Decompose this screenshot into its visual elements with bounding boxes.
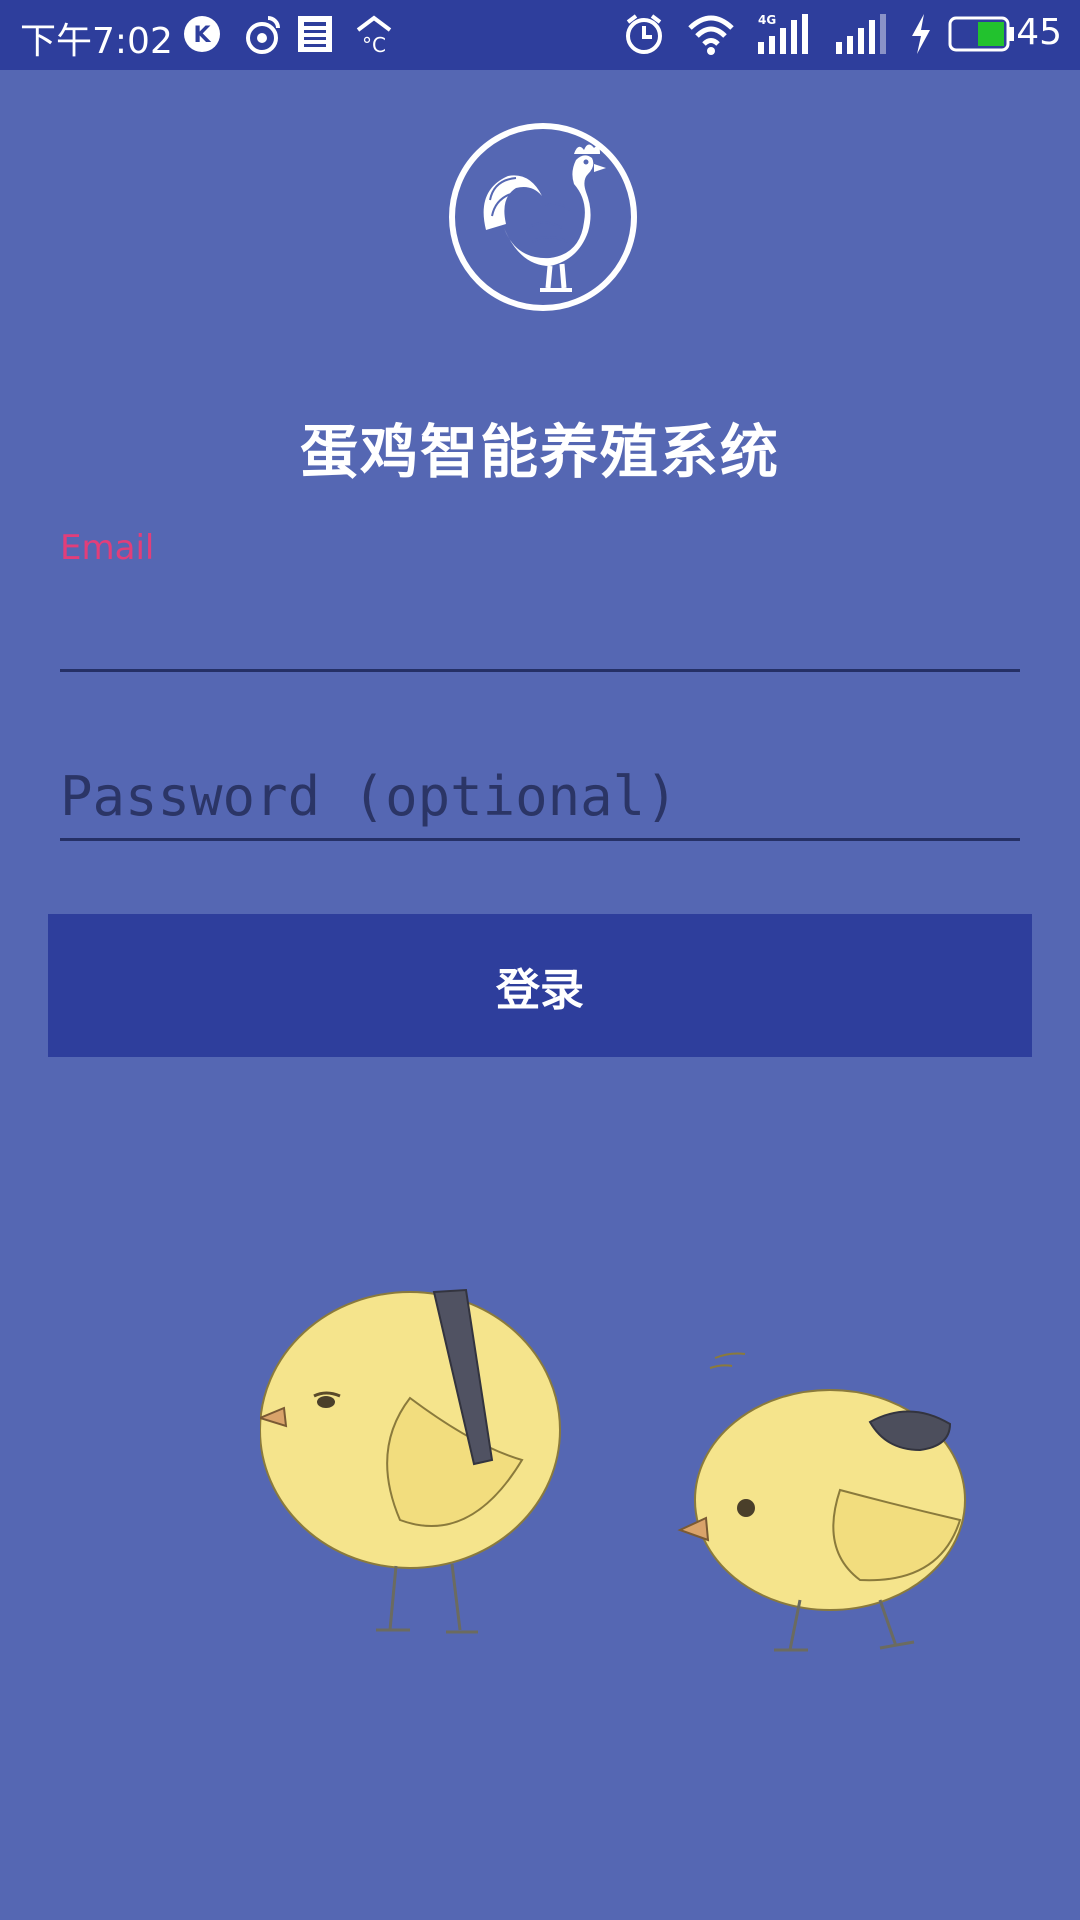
two-chicks-illustration	[260, 1288, 966, 1652]
news-icon	[298, 16, 332, 52]
status-bar: 下午7:02 K °C 4G 45	[0, 0, 1080, 70]
login-button[interactable]: 登录	[48, 914, 1032, 1057]
battery-level: 45	[1016, 12, 1062, 53]
email-label: Email	[60, 528, 155, 568]
svg-text:K: K	[193, 23, 211, 48]
svg-text:°C: °C	[362, 33, 386, 56]
password-field[interactable]	[60, 755, 1020, 841]
weibo-icon	[246, 16, 280, 54]
app-title: 蛋鸡智能养殖系统	[299, 418, 780, 486]
charging-icon	[912, 14, 930, 54]
wifi-icon	[688, 15, 734, 55]
k-app-icon: K	[184, 16, 220, 52]
svg-text:4G: 4G	[758, 13, 776, 27]
status-time: 下午7:02	[20, 21, 173, 62]
battery-icon	[948, 16, 1014, 52]
rooster-logo-icon	[449, 123, 637, 311]
weather-icon: °C	[356, 15, 392, 56]
signal-icon	[836, 14, 886, 54]
alarm-icon	[626, 14, 662, 54]
signal-4g-icon: 4G	[758, 13, 808, 54]
email-field[interactable]	[60, 590, 1020, 672]
